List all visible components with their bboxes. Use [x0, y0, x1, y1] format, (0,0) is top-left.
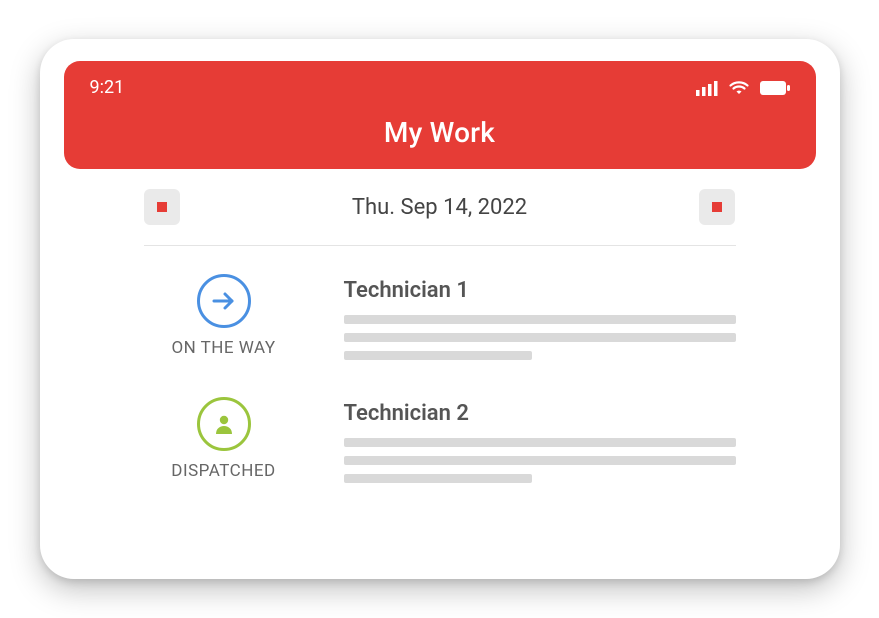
- person-icon: [197, 397, 251, 451]
- skeleton-line: [344, 456, 736, 465]
- skeleton-line: [344, 333, 736, 342]
- job-status-label: ON THE WAY: [171, 338, 275, 358]
- stop-icon: [712, 202, 722, 212]
- job-item[interactable]: ON THE WAY Technician 1: [144, 274, 736, 369]
- signal-icon: [696, 80, 718, 96]
- job-list: ON THE WAY Technician 1 DISPATCHED: [144, 274, 736, 492]
- stop-icon: [157, 202, 167, 212]
- status-time: 9:21: [90, 77, 125, 98]
- skeleton-line: [344, 351, 532, 360]
- job-item[interactable]: DISPATCHED Technician 2: [144, 397, 736, 492]
- technician-name: Technician 1: [344, 278, 736, 303]
- job-detail: Technician 1: [344, 274, 736, 369]
- job-detail: Technician 2: [344, 397, 736, 492]
- skeleton-line: [344, 315, 736, 324]
- job-status: DISPATCHED: [144, 397, 304, 481]
- technician-name: Technician 2: [344, 401, 736, 426]
- date-navigator: Thu. Sep 14, 2022: [144, 189, 736, 246]
- skeleton-line: [344, 438, 736, 447]
- device-frame: 9:21: [40, 39, 840, 579]
- battery-icon: [760, 81, 790, 95]
- page-title: My Work: [90, 116, 790, 149]
- wifi-icon: [728, 80, 750, 96]
- status-icons: [696, 80, 790, 96]
- status-bar: 9:21: [90, 77, 790, 98]
- prev-date-button[interactable]: [144, 189, 180, 225]
- job-status: ON THE WAY: [144, 274, 304, 358]
- app-header: 9:21: [64, 61, 816, 169]
- date-label: Thu. Sep 14, 2022: [352, 195, 527, 220]
- arrow-right-icon: [197, 274, 251, 328]
- job-status-label: DISPATCHED: [171, 461, 275, 481]
- skeleton-line: [344, 474, 532, 483]
- next-date-button[interactable]: [699, 189, 735, 225]
